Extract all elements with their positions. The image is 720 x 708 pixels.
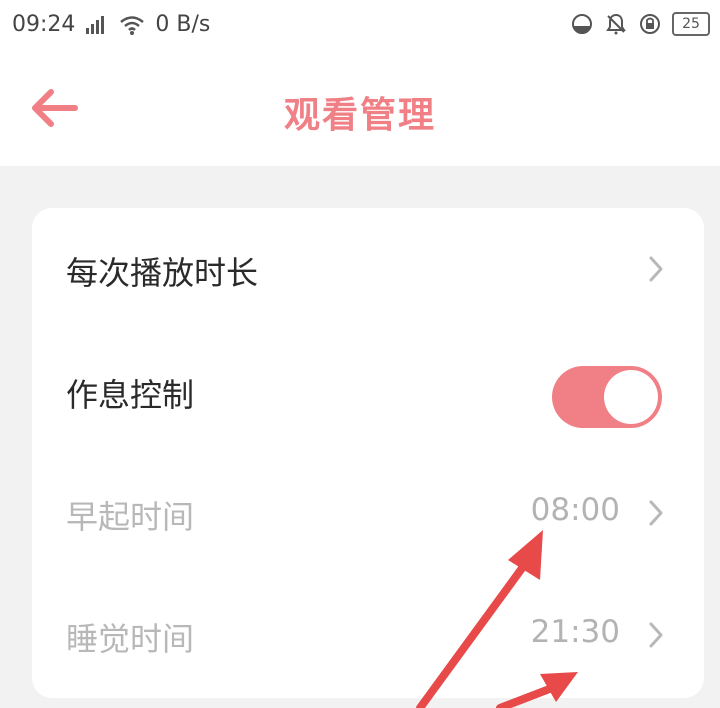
- setting-label: 睡觉时间: [66, 620, 195, 658]
- setting-row-schedule-control: 作息控制: [32, 330, 704, 452]
- battery-level: 25: [682, 16, 700, 32]
- status-right: 25: [570, 12, 710, 36]
- app-header: 观看管理: [0, 56, 720, 166]
- setting-row-play-duration[interactable]: 每次播放时长: [32, 208, 704, 330]
- setting-label: 早起时间: [66, 498, 195, 536]
- wifi-icon: [119, 14, 145, 36]
- setting-label: 作息控制: [66, 376, 195, 414]
- status-bar: 09:24 0 B/s 25: [0, 0, 720, 56]
- bell-icon: [604, 12, 628, 36]
- page-title: 观看管理: [283, 95, 436, 136]
- status-left: 09:24 0 B/s: [12, 12, 210, 37]
- vpn-icon: [638, 12, 662, 36]
- data-saver-icon: [570, 12, 594, 36]
- battery-icon: 25: [672, 12, 710, 36]
- setting-row-wake-time[interactable]: 早起时间 08:00: [32, 452, 704, 574]
- toggle-knob: [604, 370, 658, 424]
- setting-row-sleep-time[interactable]: 睡觉时间 21:30: [32, 574, 704, 696]
- settings-card: 每次播放时长 作息控制 早起时间 08:00 睡觉时间 21:30: [32, 208, 704, 698]
- signal-icon: [85, 14, 109, 36]
- wake-time-value: 08:00: [530, 492, 620, 528]
- chevron-right-icon: [644, 254, 668, 284]
- chevron-right-icon: [644, 498, 668, 528]
- network-speed: 0 B/s: [155, 12, 211, 37]
- chevron-right-icon: [644, 620, 668, 650]
- schedule-toggle[interactable]: [552, 366, 662, 428]
- setting-label: 每次播放时长: [66, 254, 259, 292]
- status-time: 09:24: [12, 12, 76, 37]
- sleep-time-value: 21:30: [530, 614, 620, 650]
